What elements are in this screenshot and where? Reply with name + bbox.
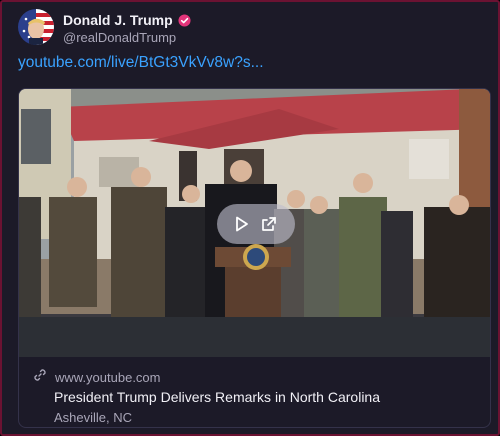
link-preview-card[interactable]: www.youtube.com President Trump Delivers… [18, 88, 491, 428]
play-icon[interactable] [235, 216, 249, 232]
link-title[interactable]: President Trump Delivers Remarks in Nort… [54, 389, 380, 405]
avatar-image [18, 9, 54, 45]
link-domain-row: www.youtube.com [33, 368, 161, 387]
author-handle[interactable]: @realDonaldTrump [63, 30, 176, 45]
link-domain: www.youtube.com [55, 370, 161, 385]
open-external-icon[interactable] [261, 216, 277, 232]
truth-social-post: Donald J. Trump @realDonaldTrump youtube… [0, 0, 500, 436]
video-thumbnail[interactable] [19, 89, 490, 357]
link-preview-info: www.youtube.com President Trump Delivers… [19, 357, 490, 427]
video-controls [217, 204, 295, 244]
link-icon [33, 368, 47, 387]
post-link[interactable]: youtube.com/live/BtGt3VkVv8w?s... [18, 54, 264, 72]
author-display-name[interactable]: Donald J. Trump [63, 12, 173, 28]
author-avatar[interactable] [18, 9, 54, 45]
link-description: Asheville, NC [54, 410, 133, 425]
verified-badge-icon [178, 13, 191, 27]
author-name-row: Donald J. Trump [63, 12, 191, 28]
